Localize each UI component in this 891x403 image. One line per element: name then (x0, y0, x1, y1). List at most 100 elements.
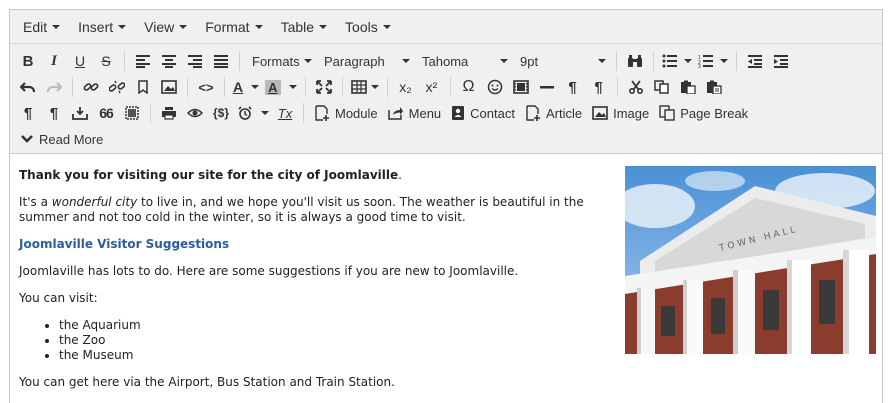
menu-button[interactable]: Menu (384, 101, 446, 125)
background-color-button[interactable]: A (263, 75, 298, 99)
article-button[interactable]: Article (521, 101, 586, 125)
special-character-button[interactable]: Ω (457, 75, 481, 99)
menu-label: Menu (408, 105, 442, 121)
caret-down-icon (500, 59, 508, 63)
pilcrow-icon: ¶ (49, 104, 59, 122)
binoculars-icon (628, 55, 642, 67)
variable-icon: {$} (212, 106, 229, 120)
fullscreen-button[interactable] (312, 75, 336, 99)
outdent-button[interactable] (743, 49, 767, 73)
superscript-button[interactable]: x² (420, 75, 444, 99)
redo-button[interactable] (42, 75, 66, 99)
rtl-button[interactable]: ¶ (587, 75, 611, 99)
rich-text-editor: Edit Insert View Format Table Tools B I … (9, 9, 883, 403)
read-more-button[interactable]: Read More (16, 127, 107, 151)
align-justify-button[interactable] (209, 49, 233, 73)
source-code-button[interactable]: <> (194, 75, 218, 99)
visual-blocks-button[interactable]: ¶ (42, 101, 66, 125)
bold-button[interactable]: B (16, 49, 40, 73)
find-replace-button[interactable] (623, 49, 647, 73)
strikethrough-button[interactable]: S (94, 49, 118, 73)
menu-table-label: Table (280, 18, 315, 35)
formats-dropdown[interactable]: Formats (246, 49, 318, 73)
menu-edit[interactable]: Edit (14, 10, 69, 43)
text-color-button[interactable]: A (231, 75, 261, 99)
paste-as-text-button[interactable] (702, 75, 726, 99)
toolbar-divider (150, 103, 151, 123)
insert-image-button[interactable] (157, 75, 181, 99)
align-right-button[interactable] (183, 49, 207, 73)
caret-down-icon (598, 59, 606, 63)
module-button[interactable]: Module (310, 101, 382, 125)
menu-insert[interactable]: Insert (69, 10, 135, 43)
menu-edit-label: Edit (23, 18, 48, 35)
align-justify-icon (214, 55, 228, 68)
page-break-button[interactable]: Page Break (655, 101, 752, 125)
eye-icon (187, 108, 203, 118)
image-button[interactable]: Image (588, 101, 653, 125)
toolbar-divider (303, 103, 304, 123)
preview-button[interactable] (183, 101, 207, 125)
emoticons-button[interactable] (483, 75, 507, 99)
font-family-dropdown[interactable]: Tahoma (416, 49, 514, 73)
pilcrow-ltr-icon: ¶ (568, 78, 577, 96)
cut-button[interactable] (624, 75, 648, 99)
omega-icon: Ω (462, 78, 475, 95)
caret-down-icon (288, 85, 297, 89)
menu-table[interactable]: Table (272, 10, 336, 43)
anchor-button[interactable] (131, 75, 155, 99)
numbered-list-icon: 123 (698, 55, 713, 68)
paste-button[interactable] (676, 75, 700, 99)
p1-emphasis: wonderful city (51, 195, 138, 209)
insert-variable-button[interactable]: {$} (209, 101, 233, 125)
redo-icon (46, 82, 62, 93)
indent-button[interactable] (769, 49, 793, 73)
paragraph-4: You can get here via the Airport, Bus St… (19, 375, 395, 389)
paragraph-marks-button[interactable]: ¶ (16, 101, 40, 125)
pilcrow-rtl-icon: ¶ (594, 78, 603, 96)
caret-down-icon (52, 24, 61, 29)
numbered-list-button[interactable]: 123 (696, 49, 730, 73)
menu-format[interactable]: Format (196, 10, 271, 43)
document-plus-icon (526, 105, 540, 121)
align-center-button[interactable] (157, 49, 181, 73)
toolbar-divider (124, 51, 125, 71)
svg-text:3: 3 (698, 64, 701, 68)
insert-link-button[interactable] (79, 75, 103, 99)
font-size-dropdown[interactable]: 9pt (514, 49, 612, 73)
insert-below-icon (72, 107, 88, 120)
font-size-value: 9pt (520, 53, 539, 69)
horizontal-rule-button[interactable] (535, 75, 559, 99)
chevron-down-icon (21, 135, 33, 143)
insert-separator-button[interactable] (68, 101, 92, 125)
subscript-button[interactable]: x₂ (394, 75, 418, 99)
menu-view[interactable]: View (135, 10, 196, 43)
menu-insert-label: Insert (78, 18, 114, 35)
toolbar-divider (653, 51, 654, 71)
clear-formatting-button[interactable]: Tx (273, 101, 297, 125)
underline-button[interactable]: U (68, 49, 92, 73)
caret-down-icon (261, 111, 269, 115)
block-format-dropdown[interactable]: Paragraph (318, 49, 416, 73)
copy-button[interactable] (650, 75, 674, 99)
template-button[interactable] (120, 101, 144, 125)
caret-down-icon (684, 59, 692, 63)
italic-button[interactable]: I (42, 49, 66, 73)
bookmark-icon (138, 80, 148, 94)
bullet-list-button[interactable] (660, 49, 694, 73)
menu-tools[interactable]: Tools (336, 10, 400, 43)
contact-button[interactable]: Contact (447, 101, 519, 125)
insert-datetime-button[interactable] (235, 101, 271, 125)
remove-link-button[interactable] (105, 75, 129, 99)
align-left-button[interactable] (131, 49, 155, 73)
table-button[interactable] (349, 75, 381, 99)
article-label: Article (545, 105, 583, 121)
blockquote-button[interactable]: 66 (94, 101, 118, 125)
insert-media-button[interactable] (509, 75, 533, 99)
outdent-icon (748, 55, 762, 68)
editor-content[interactable]: TOWN HALL Thank you for visiting our sit… (10, 154, 882, 390)
undo-button[interactable] (16, 75, 40, 99)
page-break-label: Page Break (680, 105, 749, 121)
ltr-button[interactable]: ¶ (561, 75, 585, 99)
print-button[interactable] (157, 101, 181, 125)
